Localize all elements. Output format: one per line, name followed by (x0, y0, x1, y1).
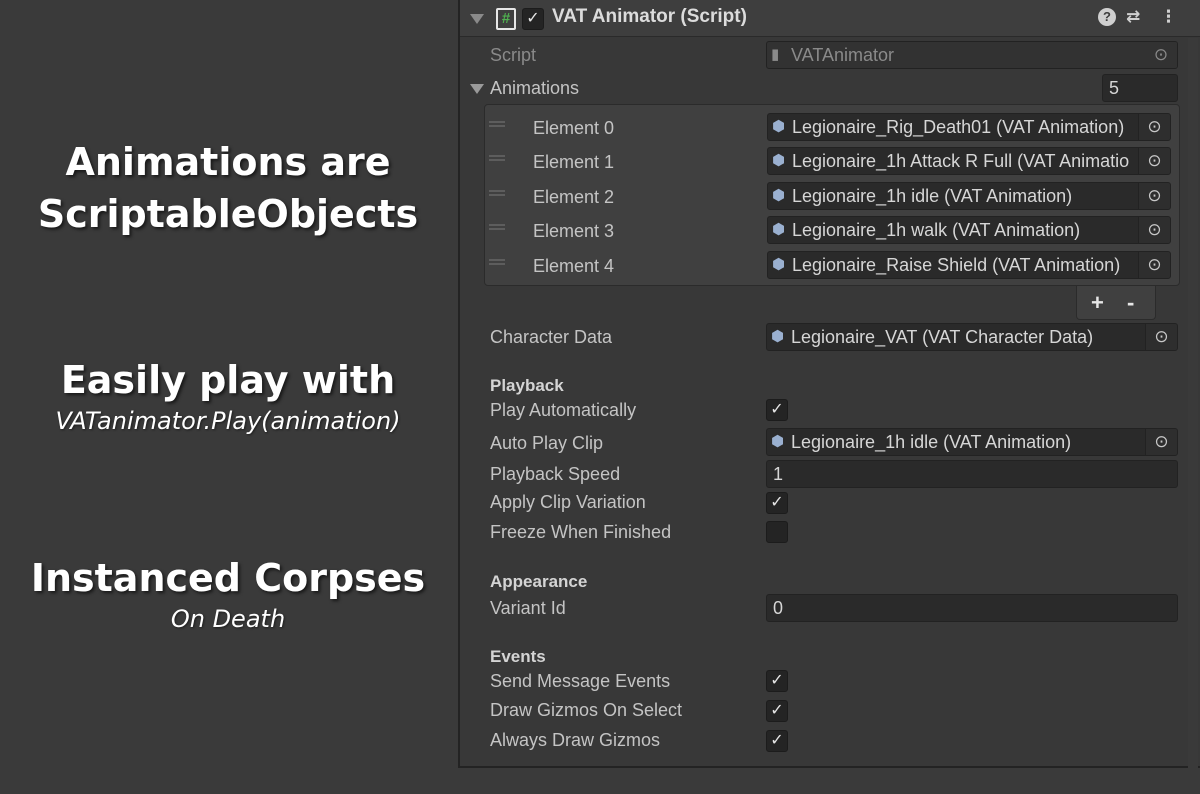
vat-asset-icon: ⬢ (772, 118, 786, 135)
auto-play-clip-label: Auto Play Clip (490, 433, 604, 453)
inspector-panel: # ✓ VAT Animator (Script) ? ⇄ ⋮ Script ▮… (458, 0, 1200, 768)
apply-clip-variation-label: Apply Clip Variation (490, 492, 646, 512)
element-1-field[interactable]: ⬢ Legionaire_1h Attack R Full (VAT Anima… (767, 147, 1171, 175)
auto-play-clip-picker-icon[interactable]: ⊙ (1145, 429, 1177, 455)
character-data-field[interactable]: ⬢ Legionaire_VAT (VAT Character Data) ⊙ (766, 323, 1178, 351)
vat-asset-icon: ⬢ (772, 152, 786, 169)
help-icon[interactable]: ? (1098, 8, 1116, 26)
vat-asset-icon: ⬢ (771, 433, 785, 450)
element-0-picker-icon[interactable]: ⊙ (1138, 114, 1170, 140)
caption-play-title: Easily play with (60, 358, 396, 402)
element-2-picker-icon[interactable]: ⊙ (1138, 183, 1170, 209)
character-data-picker-icon[interactable]: ⊙ (1145, 324, 1177, 350)
element-4-field[interactable]: ⬢ Legionaire_Raise Shield (VAT Animation… (767, 251, 1171, 279)
drag-handle-icon[interactable] (489, 155, 505, 161)
context-menu-icon[interactable]: ⋮ (1160, 7, 1177, 27)
drag-handle-icon[interactable] (489, 190, 505, 196)
element-1-value: Legionaire_1h Attack R Full (VAT Animati… (792, 151, 1130, 171)
caption-line-1: Animations are (65, 140, 391, 184)
animations-foldout-icon[interactable] (470, 84, 484, 94)
element-0-value: Legionaire_Rig_Death01 (VAT Animation) (792, 117, 1125, 137)
component-title: VAT Animator (Script) (552, 6, 747, 27)
play-automatically-label: Play Automatically (490, 400, 637, 420)
send-message-events-checkbox[interactable]: ✓ (766, 670, 788, 692)
animations-list: Element 0 ⬢ Legionaire_Rig_Death01 (VAT … (484, 104, 1180, 286)
remove-element-button[interactable]: - (1127, 290, 1134, 316)
caption-scriptableobjects: Animations are ScriptableObjects (0, 136, 456, 240)
element-1-picker-icon[interactable]: ⊙ (1138, 148, 1170, 174)
vat-asset-icon: ⬢ (772, 221, 786, 238)
play-automatically-checkbox[interactable]: ✓ (766, 399, 788, 421)
element-3-label: Element 3 (533, 221, 615, 241)
variant-id-field[interactable]: 0 (766, 594, 1178, 622)
script-picker-icon: ⊙ (1145, 42, 1177, 68)
playback-speed-field[interactable]: 1 (766, 460, 1178, 488)
variant-id-label: Variant Id (490, 598, 566, 618)
appearance-header: Appearance (490, 572, 588, 591)
element-3-value: Legionaire_1h walk (VAT Animation) (792, 220, 1081, 240)
freeze-when-finished-checkbox[interactable] (766, 521, 788, 543)
caption-line-2: ScriptableObjects (37, 192, 419, 236)
component-enabled-checkbox[interactable]: ✓ (522, 8, 544, 30)
playback-header: Playback (490, 376, 564, 395)
element-2-value: Legionaire_1h idle (VAT Animation) (792, 186, 1073, 206)
character-data-label: Character Data (490, 327, 613, 347)
caption-corpses-title: Instanced Corpses (30, 556, 426, 600)
vat-asset-icon: ⬢ (771, 328, 785, 345)
caption-play-code: VATanimator.Play(animation) (55, 407, 401, 435)
send-message-events-label: Send Message Events (490, 671, 671, 691)
element-3-field[interactable]: ⬢ Legionaire_1h walk (VAT Animation) ⊙ (767, 216, 1171, 244)
element-4-picker-icon[interactable]: ⊙ (1138, 252, 1170, 278)
component-header[interactable]: # ✓ VAT Animator (Script) ? ⇄ ⋮ (460, 0, 1200, 37)
events-header: Events (490, 647, 546, 666)
script-value: VATAnimator (791, 45, 895, 65)
drag-handle-icon[interactable] (489, 259, 505, 265)
script-field: ▮ VATAnimator ⊙ (766, 41, 1178, 69)
element-0-field[interactable]: ⬢ Legionaire_Rig_Death01 (VAT Animation)… (767, 113, 1171, 141)
element-4-value: Legionaire_Raise Shield (VAT Animation) (792, 255, 1121, 275)
script-file-icon: ▮ (771, 46, 780, 63)
apply-clip-variation-checkbox[interactable]: ✓ (766, 492, 788, 514)
element-2-field[interactable]: ⬢ Legionaire_1h idle (VAT Animation) ⊙ (767, 182, 1171, 210)
caption-play: Easily play with VATanimator.Play(animat… (0, 354, 456, 436)
draw-gizmos-on-select-checkbox[interactable]: ✓ (766, 700, 788, 722)
inspector-scrollbar[interactable] (1188, 38, 1198, 768)
script-label: Script (490, 45, 537, 65)
element-2-label: Element 2 (533, 187, 615, 207)
freeze-when-finished-label: Freeze When Finished (490, 522, 672, 542)
vat-asset-icon: ⬢ (772, 256, 786, 273)
caption-corpses: Instanced Corpses On Death (0, 552, 456, 634)
foldout-arrow-icon[interactable] (470, 14, 484, 24)
draw-gizmos-on-select-label: Draw Gizmos On Select (490, 700, 683, 720)
element-1-label: Element 1 (533, 152, 615, 172)
auto-play-clip-field[interactable]: ⬢ Legionaire_1h idle (VAT Animation) ⊙ (766, 428, 1178, 456)
element-0-label: Element 0 (533, 118, 615, 138)
caption-corpses-sub: On Death (170, 605, 286, 633)
script-icon: # (496, 8, 516, 30)
auto-play-clip-value: Legionaire_1h idle (VAT Animation) (791, 432, 1072, 452)
element-3-picker-icon[interactable]: ⊙ (1138, 217, 1170, 243)
animations-size-field[interactable]: 5 (1102, 74, 1178, 102)
character-data-value: Legionaire_VAT (VAT Character Data) (791, 327, 1094, 347)
playback-speed-label: Playback Speed (490, 464, 621, 484)
element-4-label: Element 4 (533, 256, 615, 276)
list-add-remove: + - (1076, 286, 1156, 320)
add-element-button[interactable]: + (1091, 290, 1104, 316)
vat-asset-icon: ⬢ (772, 187, 786, 204)
drag-handle-icon[interactable] (489, 224, 505, 230)
always-draw-gizmos-label: Always Draw Gizmos (490, 730, 661, 750)
animations-label: Animations (490, 78, 580, 98)
presets-icon[interactable]: ⇄ (1126, 7, 1140, 27)
always-draw-gizmos-checkbox[interactable]: ✓ (766, 730, 788, 752)
drag-handle-icon[interactable] (489, 121, 505, 127)
